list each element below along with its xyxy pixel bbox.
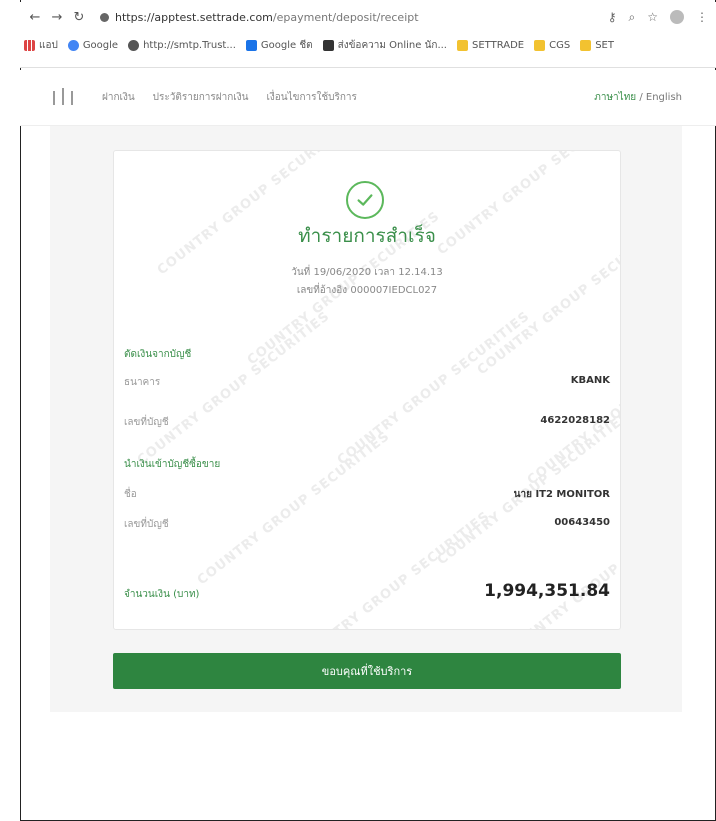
back-arrow-icon[interactable]: ← — [26, 8, 44, 26]
folder-icon — [580, 39, 592, 51]
from-account-section: ตัดเงินจากบัญชี — [124, 349, 192, 360]
bookmark-google-sheets[interactable]: Google ชีต — [245, 38, 313, 53]
star-icon[interactable]: ☆ — [647, 10, 658, 24]
to-account-label: เลขที่บัญชี — [124, 519, 169, 530]
watermark: COUNTRY GROUP SECURITIES — [194, 428, 393, 589]
google-drive-icon — [245, 39, 257, 51]
bookmark-online[interactable]: ส่งข้อความ Online นัก... — [322, 38, 447, 53]
name-label: ชื่อ — [124, 489, 137, 500]
url-path: /epayment/deposit/receipt — [272, 10, 419, 24]
success-title: ทำรายการสำเร็จ — [298, 225, 436, 247]
address-row: ← → ↻ https://apptest.settrade.com/epaym… — [20, 2, 716, 32]
forward-arrow-icon[interactable]: → — [48, 8, 66, 26]
success-check-icon — [346, 181, 384, 219]
bookmark-smtp[interactable]: http://smtp.Trust... — [128, 39, 236, 51]
nav-deposit-history[interactable]: ประวัติรายการฝากเงิน — [153, 90, 249, 105]
folder-icon — [534, 39, 546, 51]
lang-english[interactable]: English — [646, 92, 682, 103]
receipt-card: COUNTRY GROUP SECURITIES COUNTRY GROUP S… — [113, 150, 621, 630]
amount-label: จำนวนเงิน (บาท) — [124, 589, 200, 600]
apps-icon — [24, 39, 35, 51]
dark-app-icon — [322, 39, 334, 51]
to-account-section: นำเงินเข้าบัญชีซื้อขาย — [124, 459, 221, 470]
transaction-date: วันที่ 19/06/2020 เวลา 12.14.13 — [291, 267, 443, 278]
name-value: นาย IT2 MONITOR — [513, 489, 610, 500]
bookmark-set[interactable]: SET — [580, 39, 614, 51]
lang-separator: / — [636, 92, 646, 103]
url-host: https://apptest.settrade.com — [115, 10, 273, 24]
bookmark-settrade[interactable]: SETTRADE — [457, 39, 524, 51]
bookmark-cgs[interactable]: CGS — [534, 39, 570, 51]
lang-thai[interactable]: ภาษาไทย — [594, 92, 636, 103]
site-nav: ฝากเงิน ประวัติรายการฝากเงิน เงื่อนไขการ… — [102, 90, 357, 105]
globe-icon — [128, 39, 140, 51]
browser-actions: ⚷ ⌕ ☆ ⋮ — [608, 10, 716, 25]
watermark: COUNTRY GROUP SECURITIES — [334, 308, 533, 469]
bookmark-apps[interactable]: แอป — [24, 38, 58, 53]
url-bar[interactable]: https://apptest.settrade.com/epayment/de… — [96, 6, 566, 28]
profile-avatar[interactable] — [670, 10, 684, 24]
bookmark-google[interactable]: Google — [67, 39, 118, 51]
bookmarks-bar: แอป Google http://smtp.Trust... Google ช… — [20, 32, 716, 58]
language-switch: ภาษาไทย / English — [594, 90, 682, 105]
google-icon — [67, 39, 79, 51]
info-icon[interactable] — [100, 12, 109, 22]
reload-icon[interactable]: ↻ — [70, 8, 88, 26]
to-account-value: 00643450 — [554, 517, 610, 528]
amount-value: 1,994,351.84 — [484, 581, 610, 601]
thank-you-button[interactable]: ขอบคุณที่ใช้บริการ — [113, 653, 621, 689]
watermark: COUNTRY GROUP SECURITIES — [134, 308, 333, 469]
bank-value: KBANK — [570, 375, 610, 386]
transaction-reference: เลขที่อ้างอิง 000007IEDCL027 — [296, 285, 438, 296]
zoom-icon[interactable]: ⌕ — [629, 10, 636, 25]
key-icon[interactable]: ⚷ — [608, 10, 617, 24]
logo[interactable] — [46, 81, 80, 115]
logo-mark-icon — [53, 87, 73, 105]
watermark: COUNTRY GROUP SECURITIES — [294, 508, 493, 630]
bank-label: ธนาคาร — [124, 377, 161, 388]
nav-terms[interactable]: เงื่อนไขการใช้บริการ — [266, 90, 356, 105]
nav-deposit[interactable]: ฝากเงิน — [102, 90, 135, 105]
folder-icon — [457, 39, 468, 51]
watermark: COUNTRY GROUP SECURITIES — [154, 150, 353, 279]
site-header: ฝากเงิน ประวัติรายการฝากเงิน เงื่อนไขการ… — [20, 70, 716, 126]
from-account-label: เลขที่บัญชี — [124, 417, 169, 428]
browser-chrome: ← → ↻ https://apptest.settrade.com/epaym… — [20, 2, 716, 68]
from-account-value: 4622028182 — [540, 415, 610, 426]
menu-icon[interactable]: ⋮ — [696, 10, 708, 24]
watermark: COUNTRY GROUP SECURITIES — [524, 329, 621, 489]
